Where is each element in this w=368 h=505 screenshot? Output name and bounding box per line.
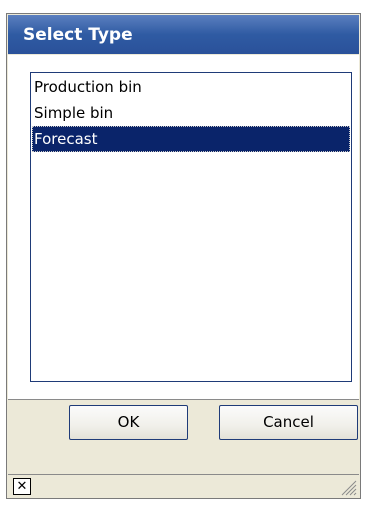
status-bar: ✕ [8, 474, 359, 498]
title-bar[interactable]: Select Type [8, 15, 359, 54]
list-item-production-bin[interactable]: Production bin [32, 74, 350, 100]
cancel-button[interactable]: Cancel [219, 405, 358, 440]
type-listbox[interactable]: Production bin Simple bin Forecast [30, 72, 352, 382]
select-type-dialog: Select Type Production bin Simple bin Fo… [6, 13, 361, 499]
list-item-simple-bin[interactable]: Simple bin [32, 100, 350, 126]
ok-button[interactable]: OK [69, 405, 188, 440]
dialog-title: Select Type [23, 25, 133, 45]
resize-grip-icon[interactable] [339, 478, 357, 496]
close-icon[interactable]: ✕ [13, 478, 31, 495]
list-item-forecast[interactable]: Forecast [32, 126, 350, 152]
